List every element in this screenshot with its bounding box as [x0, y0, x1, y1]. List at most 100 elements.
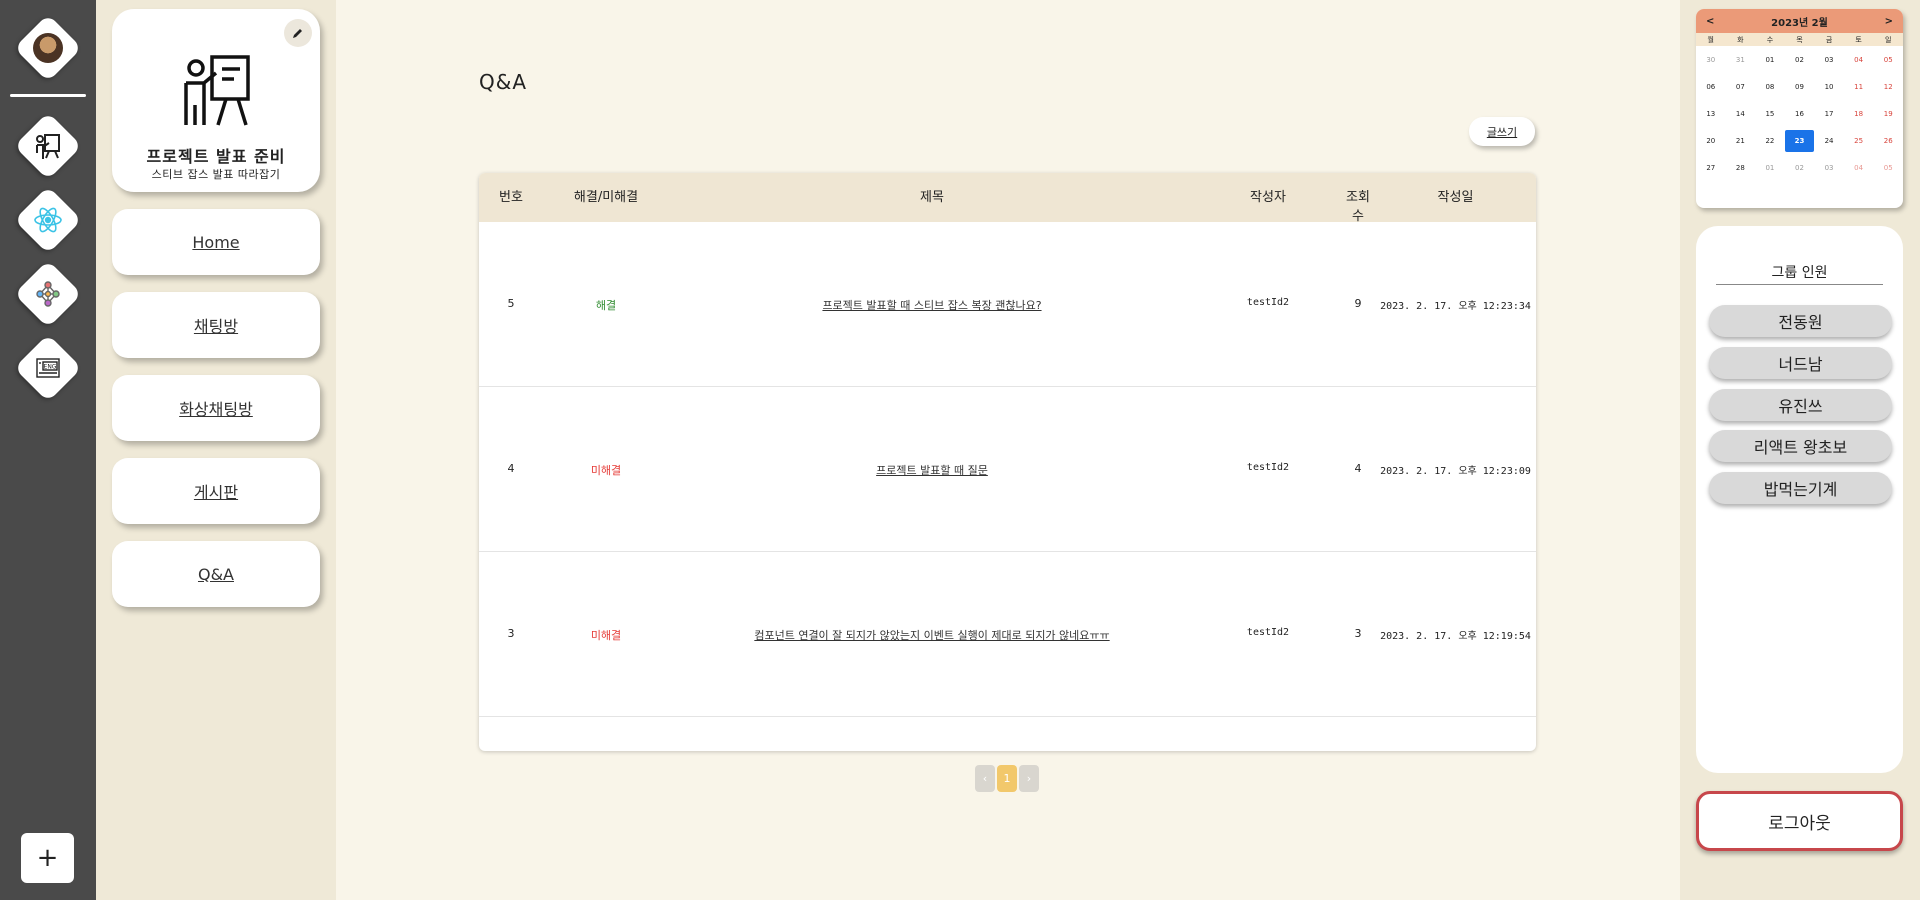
calendar-day[interactable]: 03 [1815, 157, 1844, 179]
main-content: Q&A 글쓰기 번호 해결/미해결 제목 작성자 조회수 작성일 5 해결 프로… [336, 0, 1680, 900]
post-author: testId2 [1246, 462, 1290, 473]
calendar-day[interactable]: 30 [1696, 49, 1725, 71]
network-icon [32, 278, 64, 310]
calendar-day[interactable]: 15 [1755, 103, 1784, 125]
calendar-month-title: 2023년 2월 [1771, 17, 1828, 29]
add-group-button[interactable]: + [21, 833, 74, 883]
calendar-day[interactable]: 20 [1696, 130, 1725, 152]
presenter-icon [182, 53, 252, 129]
post-number: 4 [507, 462, 515, 475]
nav-chat-room[interactable]: 채팅방 [112, 292, 320, 358]
post-date: 2023. 2. 17. 오후 12:19:54 [1380, 631, 1531, 642]
table-row: 3 미해결 컴포넌트 연결이 잘 되지가 않았는지 이벤트 실행이 제대로 되지… [479, 552, 1536, 717]
post-title-link[interactable]: 프로젝트 발표할 때 질문 [669, 462, 1195, 478]
logout-button[interactable]: 로그아웃 [1696, 791, 1903, 851]
calendar-day[interactable]: 28 [1726, 157, 1755, 179]
calendar-day[interactable]: 22 [1755, 130, 1784, 152]
member-item[interactable]: 리액트 왕초보 [1709, 430, 1892, 462]
weekday-label: 토 [1855, 35, 1862, 44]
column-header: 작성일 [1437, 190, 1474, 205]
calendar-day[interactable]: 02 [1785, 49, 1814, 71]
status-badge: 해결 [595, 299, 617, 312]
page-title: Q&A [479, 70, 528, 94]
calendar-prev-button[interactable]: < [1706, 16, 1714, 27]
rail-divider [10, 94, 86, 97]
avatar [33, 33, 63, 63]
qna-table: 번호 해결/미해결 제목 작성자 조회수 작성일 5 해결 프로젝트 발표할 때… [479, 173, 1536, 751]
rail-group-english[interactable]: ENG [14, 334, 82, 402]
weekday-label: 일 [1884, 35, 1892, 44]
calendar-day[interactable]: 26 [1874, 130, 1903, 152]
calendar-day[interactable]: 17 [1815, 103, 1844, 125]
rail-group-presentation[interactable] [14, 112, 82, 180]
post-title-link[interactable]: 컴포넌트 연결이 잘 되지가 않았는지 이벤트 실행이 제대로 되지가 않네요ㅠ… [669, 627, 1195, 643]
post-title-link[interactable]: 프로젝트 발표할 때 스티브 잡스 복장 괜찮나요? [669, 297, 1195, 313]
react-icon [32, 204, 64, 236]
nav-board[interactable]: 게시판 [112, 458, 320, 524]
calendar-day-today[interactable]: 23 [1784, 129, 1814, 152]
status-badge: 미해결 [590, 629, 622, 642]
weekday-label: 월 [1707, 35, 1714, 44]
post-date: 2023. 2. 17. 오후 12:23:34 [1380, 301, 1531, 312]
calendar-day[interactable]: 01 [1755, 49, 1784, 71]
rail-group-react[interactable] [14, 186, 82, 254]
write-post-button[interactable]: 글쓰기 [1469, 117, 1535, 146]
calendar-day[interactable]: 07 [1726, 76, 1755, 98]
group-members-panel: 그룹 인원 전동원 너드남 유진쓰 리액트 왕초보 밥먹는기계 [1696, 226, 1903, 773]
calendar-day[interactable]: 01 [1755, 157, 1784, 179]
presenter-icon [32, 130, 64, 162]
nav-qna[interactable]: Q&A [112, 541, 320, 607]
calendar-day[interactable]: 14 [1726, 103, 1755, 125]
page-button-current[interactable]: 1 [997, 765, 1017, 792]
member-item[interactable]: 전동원 [1709, 305, 1892, 337]
post-author: testId2 [1246, 297, 1290, 308]
member-item[interactable]: 유진쓰 [1709, 389, 1892, 421]
calendar-weekdays: 월화수목금토일 [1696, 33, 1903, 46]
post-views: 4 [1354, 462, 1362, 475]
calendar-day[interactable]: 13 [1696, 103, 1725, 125]
calendar-day[interactable]: 11 [1844, 76, 1873, 98]
calendar-day[interactable]: 21 [1726, 130, 1755, 152]
calendar-day[interactable]: 09 [1785, 76, 1814, 98]
calendar-next-button[interactable]: > [1885, 16, 1893, 27]
calendar-day[interactable]: 18 [1844, 103, 1873, 125]
weekday-label: 수 [1766, 35, 1774, 44]
members-title: 그룹 인원 [1716, 262, 1883, 285]
column-header: 번호 [499, 190, 523, 205]
table-row: 5 해결 프로젝트 발표할 때 스티브 잡스 복장 괜찮나요? testId2 … [479, 222, 1536, 387]
calendar-day[interactable]: 08 [1755, 76, 1784, 98]
calendar-day[interactable]: 19 [1874, 103, 1903, 125]
post-number: 3 [507, 627, 515, 640]
calendar-day[interactable]: 27 [1696, 157, 1725, 179]
post-views: 9 [1354, 297, 1362, 310]
calendar-day[interactable]: 02 [1785, 157, 1814, 179]
column-header: 작성자 [1250, 190, 1286, 205]
member-item[interactable]: 밥먹는기계 [1709, 472, 1892, 504]
group-name: 프로젝트 발표 준비 [146, 147, 286, 166]
calendar-days: 30 31 01 02 03 04 05 06 07 08 09 10 11 12 13 14 15 16 17 18… [1696, 46, 1903, 181]
nav-home[interactable]: Home [112, 209, 320, 275]
calendar-day[interactable]: 25 [1844, 130, 1873, 152]
calendar-day[interactable]: 05 [1874, 157, 1903, 179]
calendar-day[interactable]: 06 [1696, 76, 1725, 98]
calendar-day[interactable]: 03 [1815, 49, 1844, 71]
calendar-day[interactable]: 12 [1874, 76, 1903, 98]
next-page-button[interactable]: › [1019, 765, 1039, 792]
rail-group-network[interactable] [14, 260, 82, 328]
profile-avatar-button[interactable] [14, 14, 82, 82]
calendar-day[interactable]: 24 [1815, 130, 1844, 152]
calendar-header: < 2023년 2월 > [1696, 9, 1903, 33]
prev-page-button[interactable]: ‹ [975, 765, 995, 792]
calendar-day[interactable]: 31 [1726, 49, 1755, 71]
calendar-day[interactable]: 16 [1785, 103, 1814, 125]
column-header: 조회수 [1346, 190, 1370, 224]
nav-video-chat-room[interactable]: 화상채팅방 [112, 375, 320, 441]
calendar-day[interactable]: 04 [1844, 49, 1873, 71]
edit-group-button[interactable] [284, 19, 312, 47]
column-header: 해결/미해결 [573, 190, 639, 205]
calendar-day[interactable]: 10 [1815, 76, 1844, 98]
member-item[interactable]: 너드남 [1709, 347, 1892, 379]
weekday-label: 화 [1737, 35, 1744, 44]
calendar-day[interactable]: 05 [1874, 49, 1903, 71]
calendar-day[interactable]: 04 [1844, 157, 1873, 179]
